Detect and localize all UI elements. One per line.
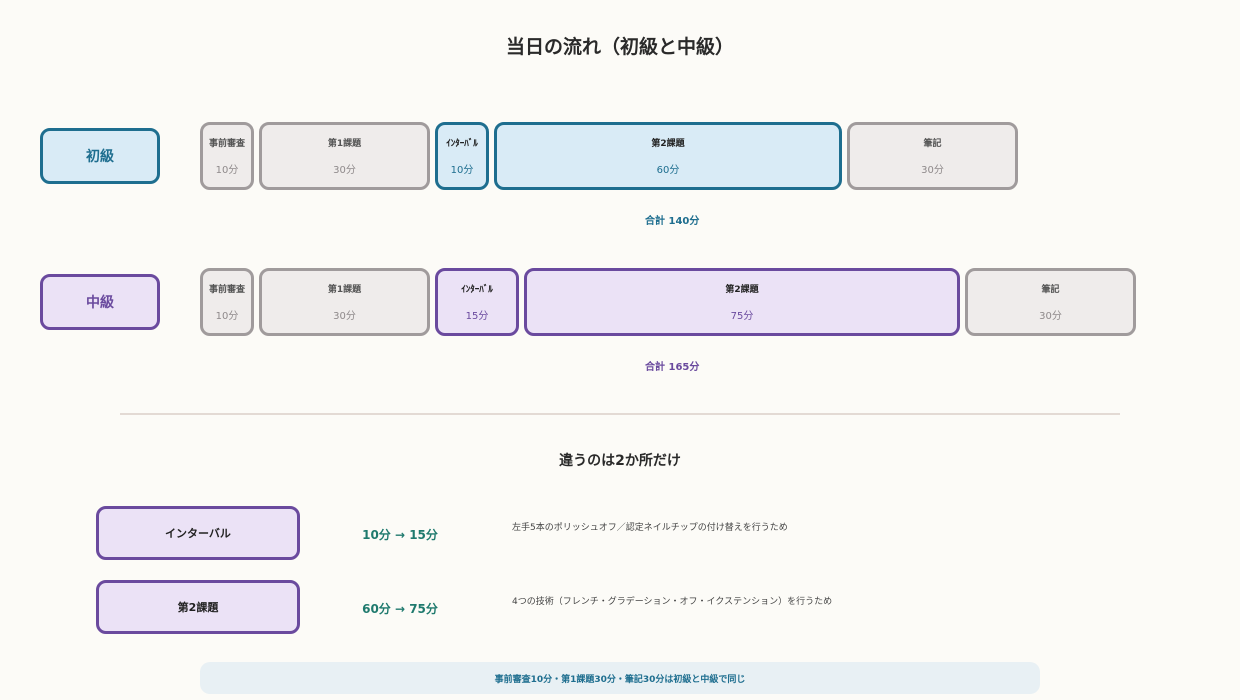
level-label-beginner: 初級	[40, 128, 160, 184]
block-interval: ｲﾝﾀｰﾊﾞﾙ 10分	[435, 122, 489, 190]
block-name: 第1課題	[327, 139, 362, 149]
block-name: ｲﾝﾀｰﾊﾞﾙ	[461, 285, 493, 295]
block-duration: 10分	[215, 311, 239, 322]
block-name: 筆記	[1041, 285, 1060, 295]
block-name: 第1課題	[327, 285, 362, 295]
level-label-intermediate: 中級	[40, 274, 160, 330]
block-name: 第2課題	[725, 285, 759, 295]
difference-change-task-2: 60分 → 75分	[362, 602, 438, 616]
differences-heading: 違うのは2か所だけ	[559, 453, 681, 469]
block-duration: 30分	[333, 165, 356, 176]
difference-label-interval: インターバル	[96, 506, 300, 560]
total-intermediate: 合計 165分	[645, 362, 700, 373]
block-task-1: 第1課題 30分	[259, 268, 430, 336]
block-duration: 30分	[921, 165, 944, 176]
block-name: 第2課題	[651, 139, 685, 149]
block-name: 事前審査	[208, 285, 245, 295]
block-pre-screening: 事前審査 10分	[200, 268, 254, 336]
block-duration: 30分	[1039, 311, 1062, 322]
block-duration: 15分	[465, 311, 489, 322]
block-task-1: 第1課題 30分	[259, 122, 430, 190]
block-task-2: 第2課題 75分	[524, 268, 960, 336]
block-duration: 30分	[333, 311, 356, 322]
block-pre-screening: 事前審査 10分	[200, 122, 254, 190]
block-name: 事前審査	[208, 139, 245, 149]
difference-reason-interval: 左手5本のポリッシュオフ／認定ネイルチップの付け替えを行うため	[512, 523, 788, 533]
total-beginner: 合計 140分	[645, 216, 700, 227]
section-divider	[120, 413, 1120, 415]
block-interval: ｲﾝﾀｰﾊﾞﾙ 15分	[435, 268, 519, 336]
block-written: 筆記 30分	[965, 268, 1136, 336]
block-duration: 60分	[656, 165, 680, 176]
block-duration: 10分	[450, 165, 474, 176]
block-task-2: 第2課題 60分	[494, 122, 842, 190]
block-name: 筆記	[923, 139, 942, 149]
block-duration: 10分	[215, 165, 239, 176]
difference-change-interval: 10分 → 15分	[362, 528, 438, 542]
difference-reason-task-2: 4つの技術（フレンチ・グラデーション・オフ・イクステンション）を行うため	[512, 597, 833, 607]
shared-note: 事前審査10分・第1課題30分・筆記30分は初級と中級で同じ	[200, 662, 1040, 694]
page-title: 当日の流れ（初級と中級）	[505, 36, 734, 58]
difference-label-task-2: 第2課題	[96, 580, 300, 634]
block-duration: 75分	[730, 311, 754, 322]
block-written: 筆記 30分	[847, 122, 1018, 190]
block-name: ｲﾝﾀｰﾊﾞﾙ	[446, 139, 478, 149]
